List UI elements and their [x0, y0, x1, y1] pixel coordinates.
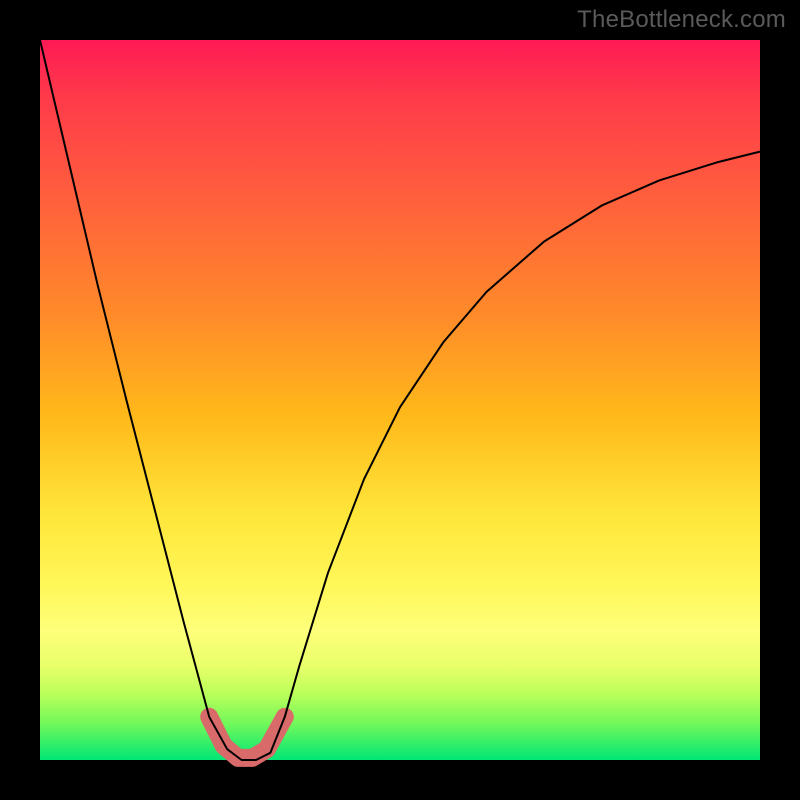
watermark-text: TheBottleneck.com [577, 6, 786, 34]
gradient-plot-area [40, 40, 760, 760]
chart-frame: TheBottleneck.com [0, 0, 800, 800]
curve-svg [40, 40, 760, 760]
black-curve-path [40, 40, 760, 760]
